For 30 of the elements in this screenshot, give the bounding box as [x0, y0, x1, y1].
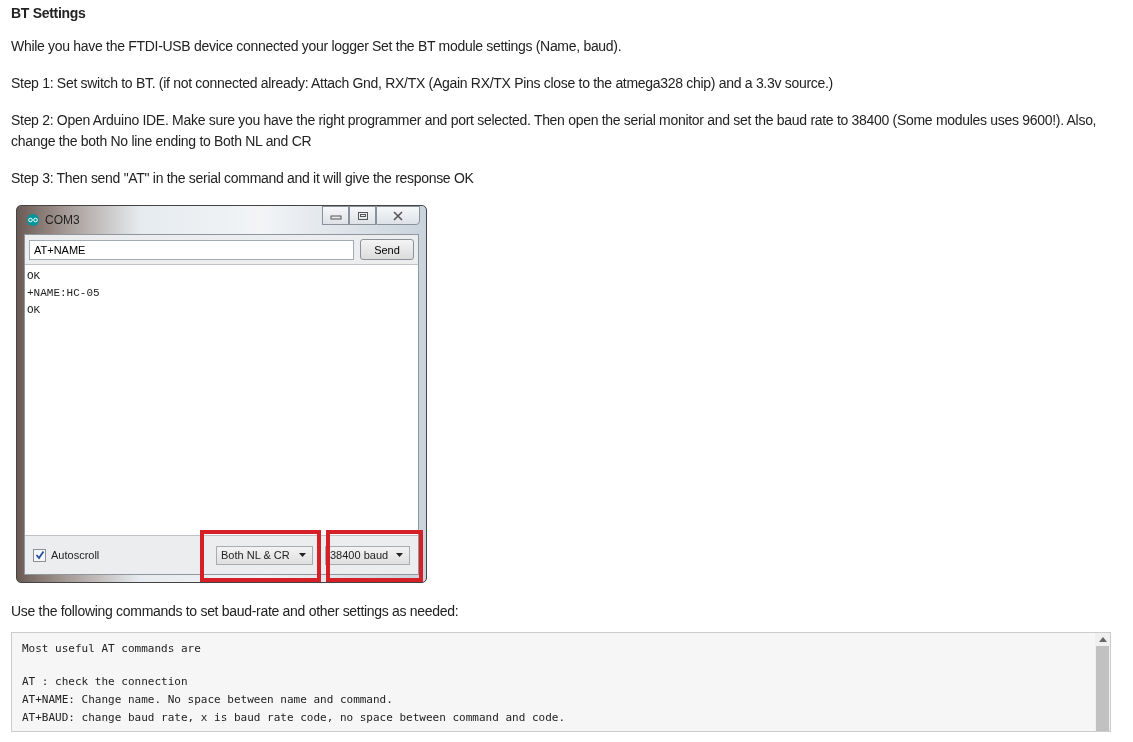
code-line: AT : check the connection [22, 674, 189, 690]
paragraph: Step 2: Open Arduino IDE. Make sure you have the right programmer and port selected. Then open the serial monitor and set the baud rate to 38400 (Some modules uses 9600!). Also, change the both No line ending to Both NL and CR [11, 111, 1098, 151]
code-line: Most useful AT commands are [22, 641, 202, 657]
section-heading: BT Settings [11, 5, 87, 21]
infinity-logo-icon [25, 214, 41, 226]
line-ending-dropdown[interactable]: Both NL & CR [216, 545, 313, 565]
checkbox[interactable] [33, 548, 46, 562]
maximize-button[interactable] [349, 206, 376, 225]
command-input[interactable]: AT+NAME [29, 239, 354, 260]
scroll-up-icon[interactable] [1098, 637, 1107, 642]
paragraph: Use the following commands to set baud-rate and other settings as needed: [11, 602, 460, 621]
paragraph: Step 1: Set switch to BT. (if not connected already: Attach Gnd, RX/TX (Again RX/TX Pins close to the atmega328 chip) and a 3.3v source.) [11, 74, 834, 93]
minimize-button[interactable] [322, 206, 349, 225]
window-title: COM3 [45, 213, 80, 227]
close-button[interactable] [376, 206, 420, 225]
checkbox-label: Autoscroll [51, 549, 100, 561]
paragraph: While you have the FTDI-USB device connected your logger Set the BT module settings (Name, baud). [11, 37, 623, 56]
caret-icon [299, 553, 306, 557]
code-line: AT+NAME: Change name. No space between name and command. [22, 692, 394, 708]
maximize-icon [356, 210, 369, 221]
scrollbar[interactable] [1095, 633, 1110, 731]
send-button[interactable]: Send [360, 239, 414, 260]
close-icon [392, 210, 404, 221]
caret-icon [396, 553, 403, 557]
output-line: OK [27, 269, 42, 284]
output-line: +NAME:HC-05 [27, 286, 101, 301]
baud-rate-dropdown[interactable]: 38400 baud [325, 545, 410, 565]
paragraph: Step 3: Then send "AT" in the serial command and it will give the response OK [11, 169, 475, 188]
code-line: AT+BAUD: change baud rate, x is baud rate code, no space between command and code. [22, 710, 567, 726]
output-line: OK [27, 303, 42, 318]
